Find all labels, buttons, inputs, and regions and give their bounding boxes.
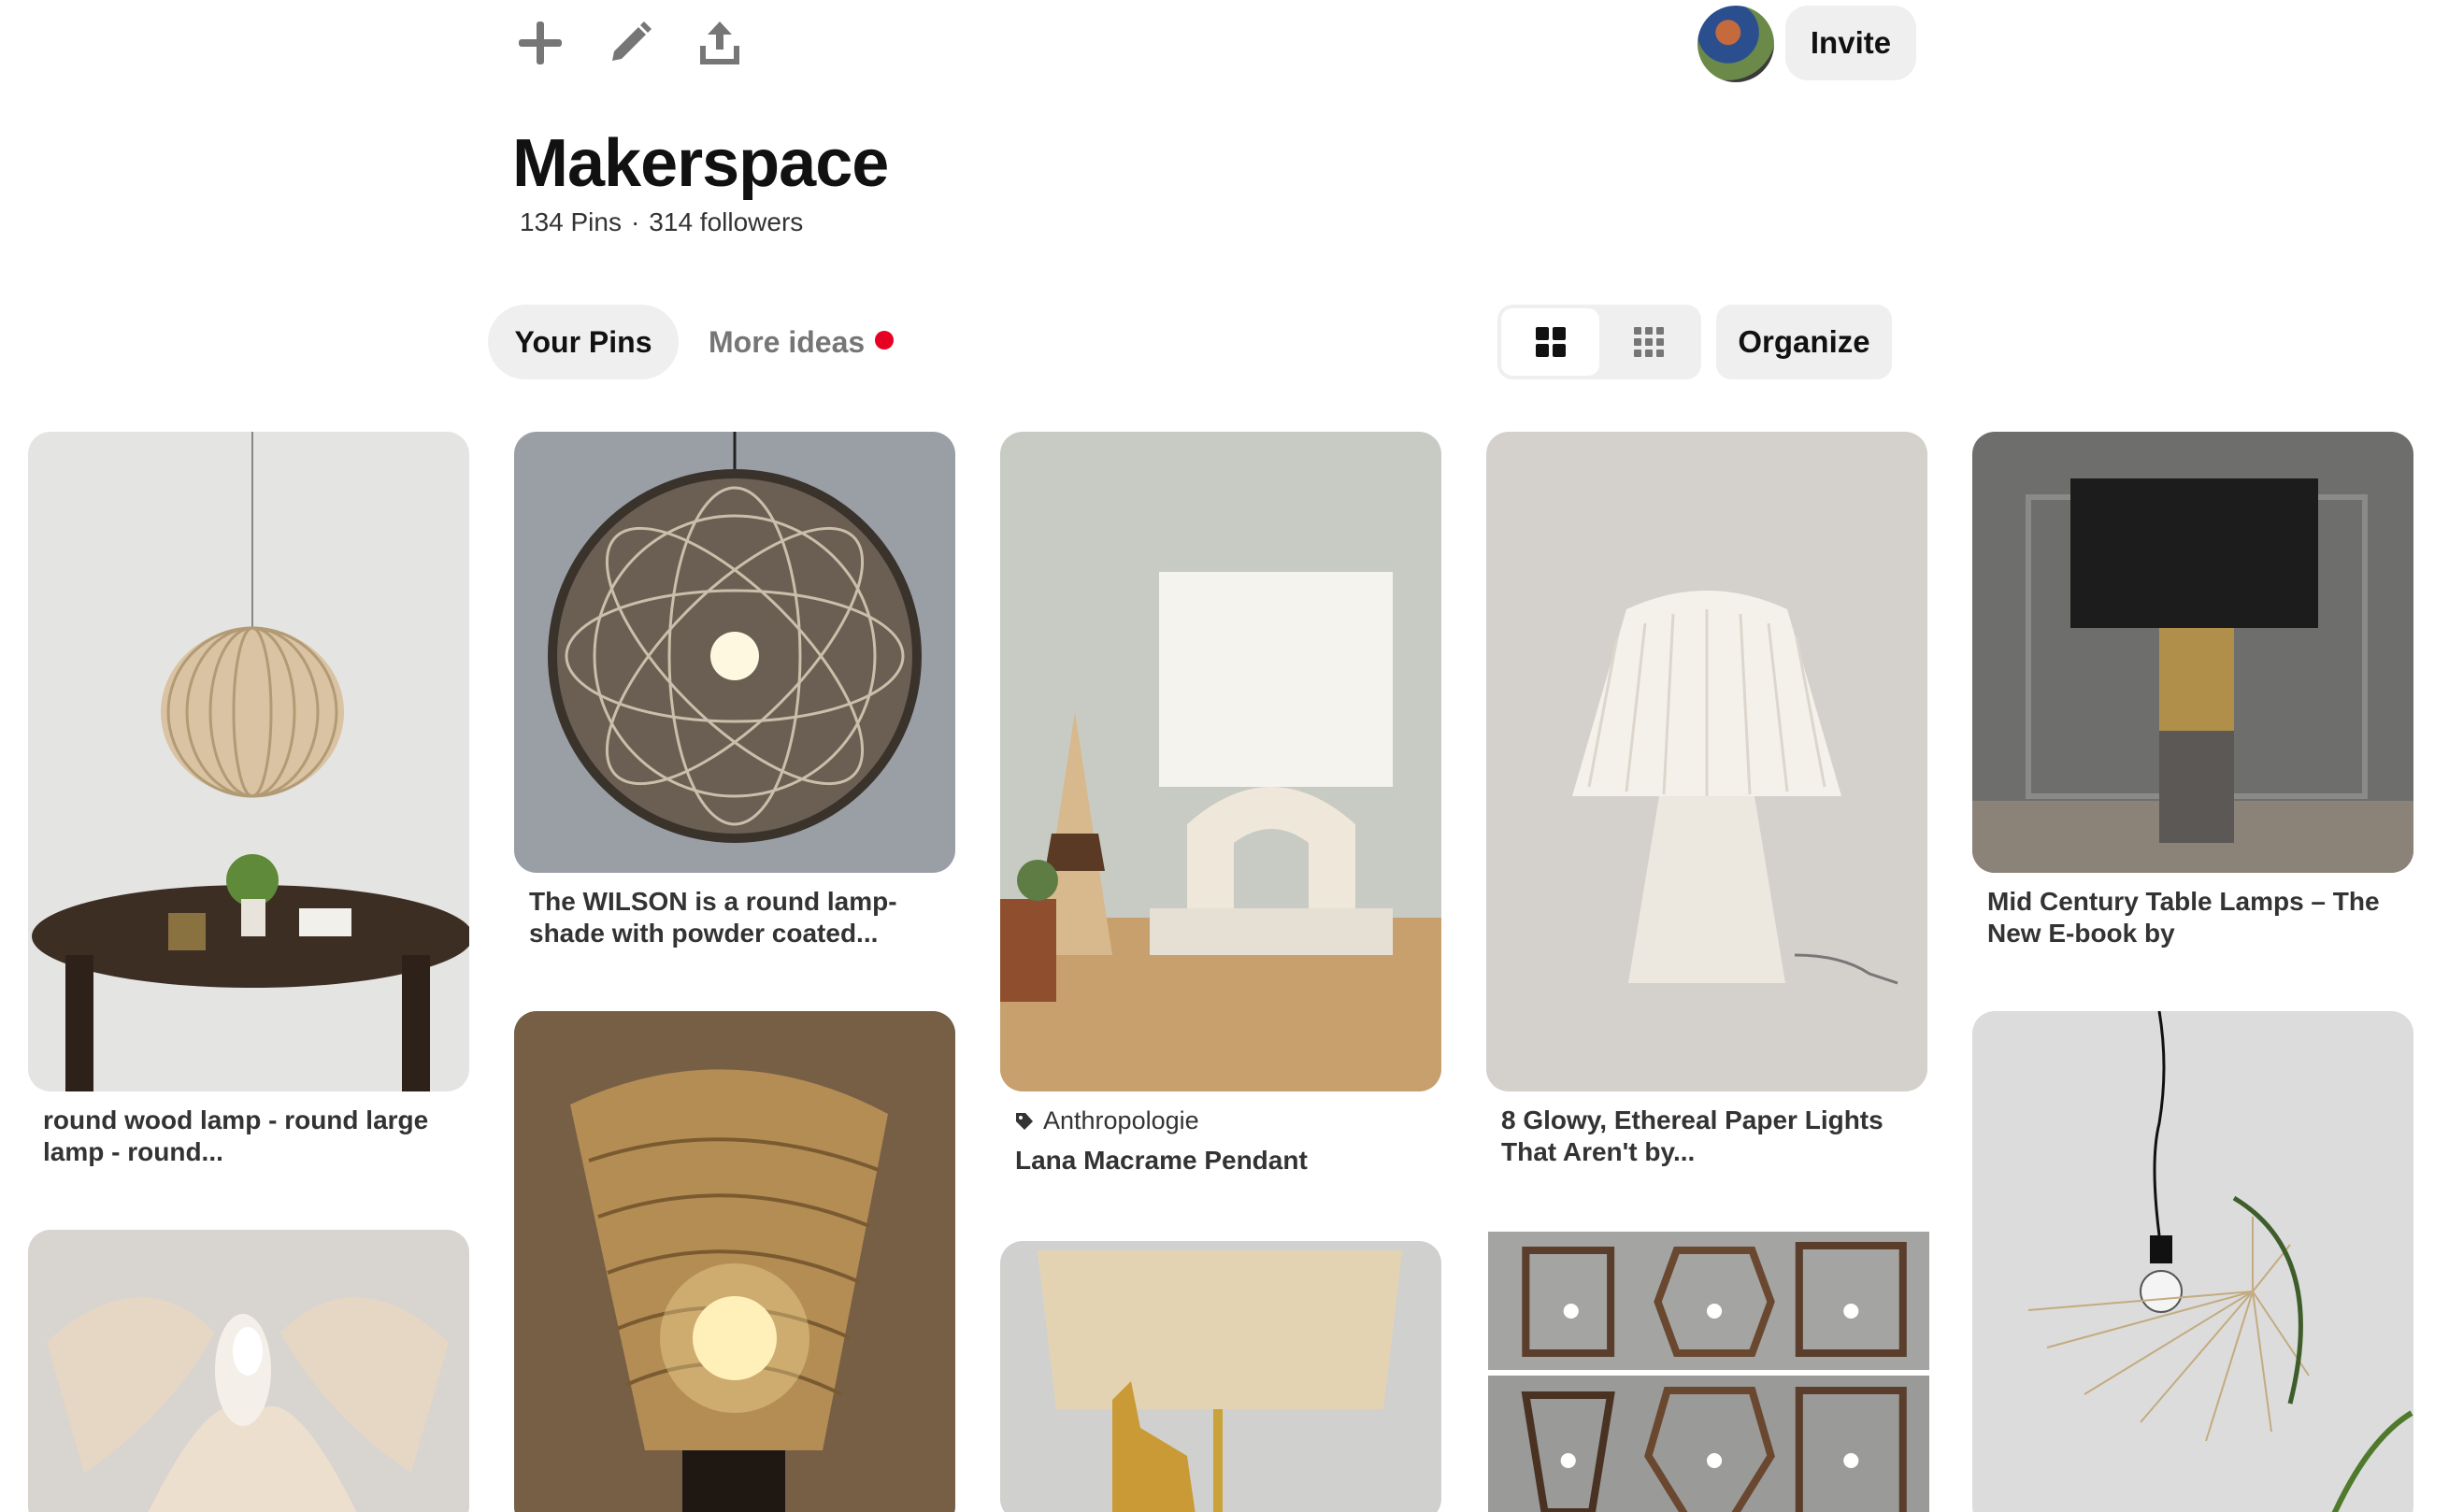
layout-toggle <box>1497 305 1701 379</box>
board-toolbar <box>512 13 748 73</box>
pin-image[interactable] <box>1972 1011 2413 1512</box>
pin-card[interactable]: Mid Century Table Lamps – The New E-book… <box>1972 432 2413 949</box>
pin-title[interactable]: The WILSON is a round lamp-shade with po… <box>514 873 955 949</box>
notification-dot <box>875 331 894 349</box>
pin-card[interactable] <box>1972 1011 2413 1512</box>
board-title: Makerspace <box>512 126 889 201</box>
pin-image[interactable] <box>1486 432 1927 1091</box>
pin-card[interactable]: 8 Glowy, Ethereal Paper Lights That Aren… <box>1486 432 1927 1168</box>
plus-icon <box>519 21 562 64</box>
pin-source[interactable]: Anthropologie <box>1000 1091 1441 1135</box>
add-pin-button[interactable] <box>512 13 568 73</box>
default-grid-button[interactable] <box>1501 308 1599 376</box>
invite-button[interactable]: Invite <box>1785 6 1916 80</box>
pin-image[interactable] <box>514 1011 955 1512</box>
pin-image[interactable] <box>28 432 469 1091</box>
pin-title[interactable]: Mid Century Table Lamps – The New E-book… <box>1972 873 2413 949</box>
pin-card[interactable] <box>28 1230 469 1512</box>
pin-card[interactable]: The WILSON is a round lamp-shade with po… <box>514 432 955 949</box>
pin-image[interactable] <box>514 432 955 873</box>
pin-source-label: Anthropologie <box>1043 1106 1199 1134</box>
pin-title[interactable]: Lana Macrame Pendant <box>1000 1135 1441 1177</box>
board-stats: 134 Pins · 314 followers <box>520 207 803 237</box>
organize-button[interactable]: Organize <box>1716 305 1892 379</box>
large-grid-icon <box>1535 327 1566 357</box>
pin-card[interactable] <box>1488 1232 1929 1512</box>
share-board-button[interactable] <box>692 13 748 73</box>
tab-your-pins[interactable]: Your Pins <box>488 305 679 379</box>
followers-count[interactable]: 314 followers <box>649 207 803 237</box>
tag-icon <box>1016 1112 1033 1130</box>
pin-title[interactable]: 8 Glowy, Ethereal Paper Lights That Aren… <box>1486 1091 1927 1168</box>
compact-grid-button[interactable] <box>1599 308 1697 376</box>
pin-image[interactable] <box>1000 1241 1441 1512</box>
stats-separator: · <box>630 207 640 236</box>
pin-image[interactable] <box>1488 1232 1929 1512</box>
board-page: Invite Makerspace 134 Pins · 314 followe… <box>0 0 2449 1512</box>
pin-image[interactable] <box>1972 432 2413 873</box>
upload-icon <box>700 21 739 64</box>
collaborator-avatar[interactable] <box>1697 6 1774 82</box>
edit-board-button[interactable] <box>602 13 658 73</box>
pin-title[interactable]: round wood lamp - round large lamp - rou… <box>28 1091 469 1168</box>
pin-card[interactable] <box>1000 1241 1441 1512</box>
pin-card[interactable]: round wood lamp - round large lamp - rou… <box>28 432 469 1168</box>
pencil-icon <box>612 21 652 61</box>
pin-card[interactable] <box>514 1011 955 1512</box>
pin-card[interactable]: Anthropologie Lana Macrame Pendant <box>1000 432 1441 1177</box>
tab-more-ideas[interactable]: More ideas <box>709 305 865 379</box>
pin-image[interactable] <box>28 1230 469 1512</box>
pin-image[interactable] <box>1000 432 1441 1091</box>
pins-count: 134 Pins <box>520 207 622 236</box>
small-grid-icon <box>1633 327 1664 357</box>
